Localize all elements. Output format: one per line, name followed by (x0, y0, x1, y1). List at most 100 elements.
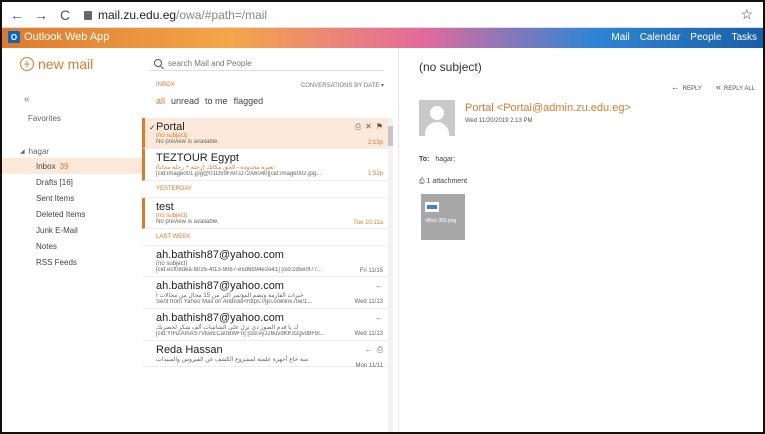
folder-junk-email[interactable]: Junk E-Mail (2, 222, 142, 238)
folder-pane: + new mail « Favorites ◢ hagar Inbox 39 … (2, 48, 142, 432)
reply-toolbar: ← REPLY «REPLY ALL (671, 82, 755, 92)
folder-deleted-items[interactable]: Deleted Items (2, 206, 142, 222)
message-subject: منة خاع أجهزة علمية لمشروع الكشف عن الفي… (156, 357, 309, 363)
reply-all-label: REPLY ALL (723, 86, 755, 92)
message-preview: No preview is available. (156, 139, 220, 145)
folder-label: Inbox (36, 161, 56, 171)
section-header-yesterday: YESTERDAY (142, 181, 389, 198)
favorites-header[interactable]: Favorites (28, 114, 61, 123)
attachment-tile[interactable]: office 365.png (421, 194, 465, 240)
message-actions: ← (375, 313, 383, 322)
nav-calendar[interactable]: Calendar (640, 32, 681, 43)
filter-flagged[interactable]: flagged (234, 96, 264, 106)
message-item[interactable]: Reda Hassan منة خاع أجهزة علمية لمشروع ا… (142, 341, 389, 369)
account-node[interactable]: ◢ hagar (2, 144, 142, 158)
unread-count: 39 (59, 161, 69, 171)
folder-sent-items[interactable]: Sent Items (2, 190, 142, 206)
bookmark-star-icon[interactable]: ☆ (740, 6, 753, 23)
folder-notes[interactable]: Notes (2, 238, 142, 254)
delete-icon[interactable]: ✕ (365, 122, 372, 132)
address-domain: mail.zu.edu.eg (98, 7, 177, 22)
message-list: ✓ Portal (no subject) No preview is avai… (142, 118, 389, 369)
message-subject: خبرات القارمة وتضم المؤتمر اكثر من 15 مج… (156, 293, 304, 299)
collapse-pane-icon[interactable]: « (24, 94, 30, 105)
list-scrollbar[interactable] (388, 118, 393, 432)
new-mail-button[interactable]: + new mail (20, 56, 93, 72)
folder-inbox[interactable]: Inbox 39 (2, 158, 142, 174)
attachment-icon: ⎙ (376, 345, 383, 354)
message-time: Tue 10:11a (353, 220, 383, 226)
attachment-icon: ⎙ (354, 122, 362, 131)
list-folder-title: INBOX (156, 82, 175, 88)
back-icon[interactable]: ← (8, 6, 26, 24)
outlook-logo-icon: O (8, 31, 20, 43)
message-preview: No preview is available. (156, 219, 220, 225)
message-time: Wed 11/13 (354, 299, 383, 305)
attachment-count: ⎙ 1 attachment (419, 178, 467, 186)
message-actions: ← (375, 281, 383, 290)
folder-label: Junk E-Mail (36, 225, 78, 235)
nav-mail[interactable]: Mail (611, 32, 629, 43)
message-preview: [cid:ecf08dea-b035-4f13-9067-e5d6b94e2e4… (156, 267, 323, 273)
address-path: /owa/#path=/mail (176, 7, 268, 22)
reload-icon[interactable]: C (56, 6, 74, 24)
owa-logo[interactable]: O Outlook Web App (8, 31, 109, 43)
sort-dropdown[interactable]: CONVERSATIONS BY DATE ▾ (301, 82, 384, 89)
message-item[interactable]: TEZTOUR Egypt تغيرة محدودة - الحق مكانك … (142, 149, 389, 181)
filter-bar: all unread to me flagged (156, 96, 263, 106)
message-item[interactable]: ✓ Portal (no subject) No preview is avai… (142, 118, 389, 149)
expand-triangle-icon: ◢ (20, 148, 25, 155)
attachment-name: office 365.png (425, 218, 457, 224)
filter-to-me[interactable]: to me (205, 96, 228, 106)
avatar-body-icon (425, 122, 449, 136)
replied-arrow-icon: ← (364, 345, 373, 354)
folder-rss-feeds[interactable]: RSS Feeds (2, 254, 142, 270)
filter-unread[interactable]: unread (171, 96, 199, 106)
reply-all-button[interactable]: «REPLY ALL (716, 82, 755, 92)
folder-label: RSS Feeds (36, 257, 77, 267)
selected-check-icon: ✓ (149, 123, 156, 132)
plus-icon: + (20, 57, 34, 71)
flag-icon[interactable]: ⚑ (376, 122, 383, 132)
message-item[interactable]: ah.bathish87@yahoo.com ك يا قدم الصور دي… (142, 309, 389, 341)
folder-label: Deleted Items (36, 209, 86, 219)
message-item[interactable]: ah.bathish87@yahoo.com خبرات القارمة وتض… (142, 277, 389, 309)
paperclip-icon: ⎙ (419, 178, 425, 185)
forward-icon[interactable]: → (32, 6, 50, 24)
message-list-pane: search Mail and People INBOX CONVERSATIO… (142, 48, 397, 432)
reply-button[interactable]: ← REPLY (671, 82, 702, 92)
scrollbar-thumb[interactable] (388, 126, 393, 146)
to-label: To: (419, 156, 430, 163)
nav-tasks[interactable]: Tasks (731, 32, 757, 43)
folder-drafts[interactable]: Drafts [16] (2, 174, 142, 190)
new-mail-label: new mail (38, 56, 94, 72)
to-value[interactable]: hagar; (435, 156, 455, 163)
message-preview: Sent from Yahoo Mail on Android<https://… (156, 299, 313, 305)
browser-toolbar: ← → C mail.zu.edu.eg /owa/#path=/mail ☆ (2, 2, 763, 28)
message-time: Mon 11/11 (355, 363, 383, 369)
search-icon (154, 59, 162, 67)
search-input[interactable]: search Mail and People (150, 56, 384, 71)
message-subject: ك يا قدم الصور دي نزل على الشاشات ألف شك… (156, 325, 299, 331)
message-item[interactable]: ah.bathish87@yahoo.com (no subject) [cid… (142, 246, 389, 277)
avatar-head-icon (430, 106, 444, 120)
folder-label: Sent Items (36, 193, 75, 203)
message-time: Wed 11/13 (354, 331, 383, 337)
address-bar[interactable]: mail.zu.edu.eg /owa/#path=/mail (84, 8, 267, 22)
nav-people[interactable]: People (690, 32, 721, 43)
message-sender: Portal (156, 121, 185, 133)
message-sender: Reda Hassan (156, 344, 223, 356)
app-frame: ← → C mail.zu.edu.eg /owa/#path=/mail ☆ … (0, 0, 765, 434)
top-nav: Mail Calendar People Tasks (611, 32, 757, 43)
message-item[interactable]: test (no subject) No preview is availabl… (142, 198, 389, 229)
owa-header: O Outlook Web App Mail Calendar People T… (2, 28, 763, 48)
message-preview: [cid:image001.jpg@01D59FA0.D72A6040][cid… (156, 171, 322, 177)
sender-address[interactable]: Portal <Portal@admin.zu.edu.eg> (465, 102, 631, 114)
message-subject: تغيرة محدودة - الحق مكانك (رحلة + رحلة م… (156, 165, 275, 171)
replied-arrow-icon: ← (375, 281, 383, 290)
message-time: 1:52p (367, 171, 383, 177)
filter-all[interactable]: all (156, 96, 165, 106)
folder-label: Notes (36, 241, 57, 251)
image-file-icon (425, 202, 439, 212)
lock-icon (84, 11, 92, 20)
